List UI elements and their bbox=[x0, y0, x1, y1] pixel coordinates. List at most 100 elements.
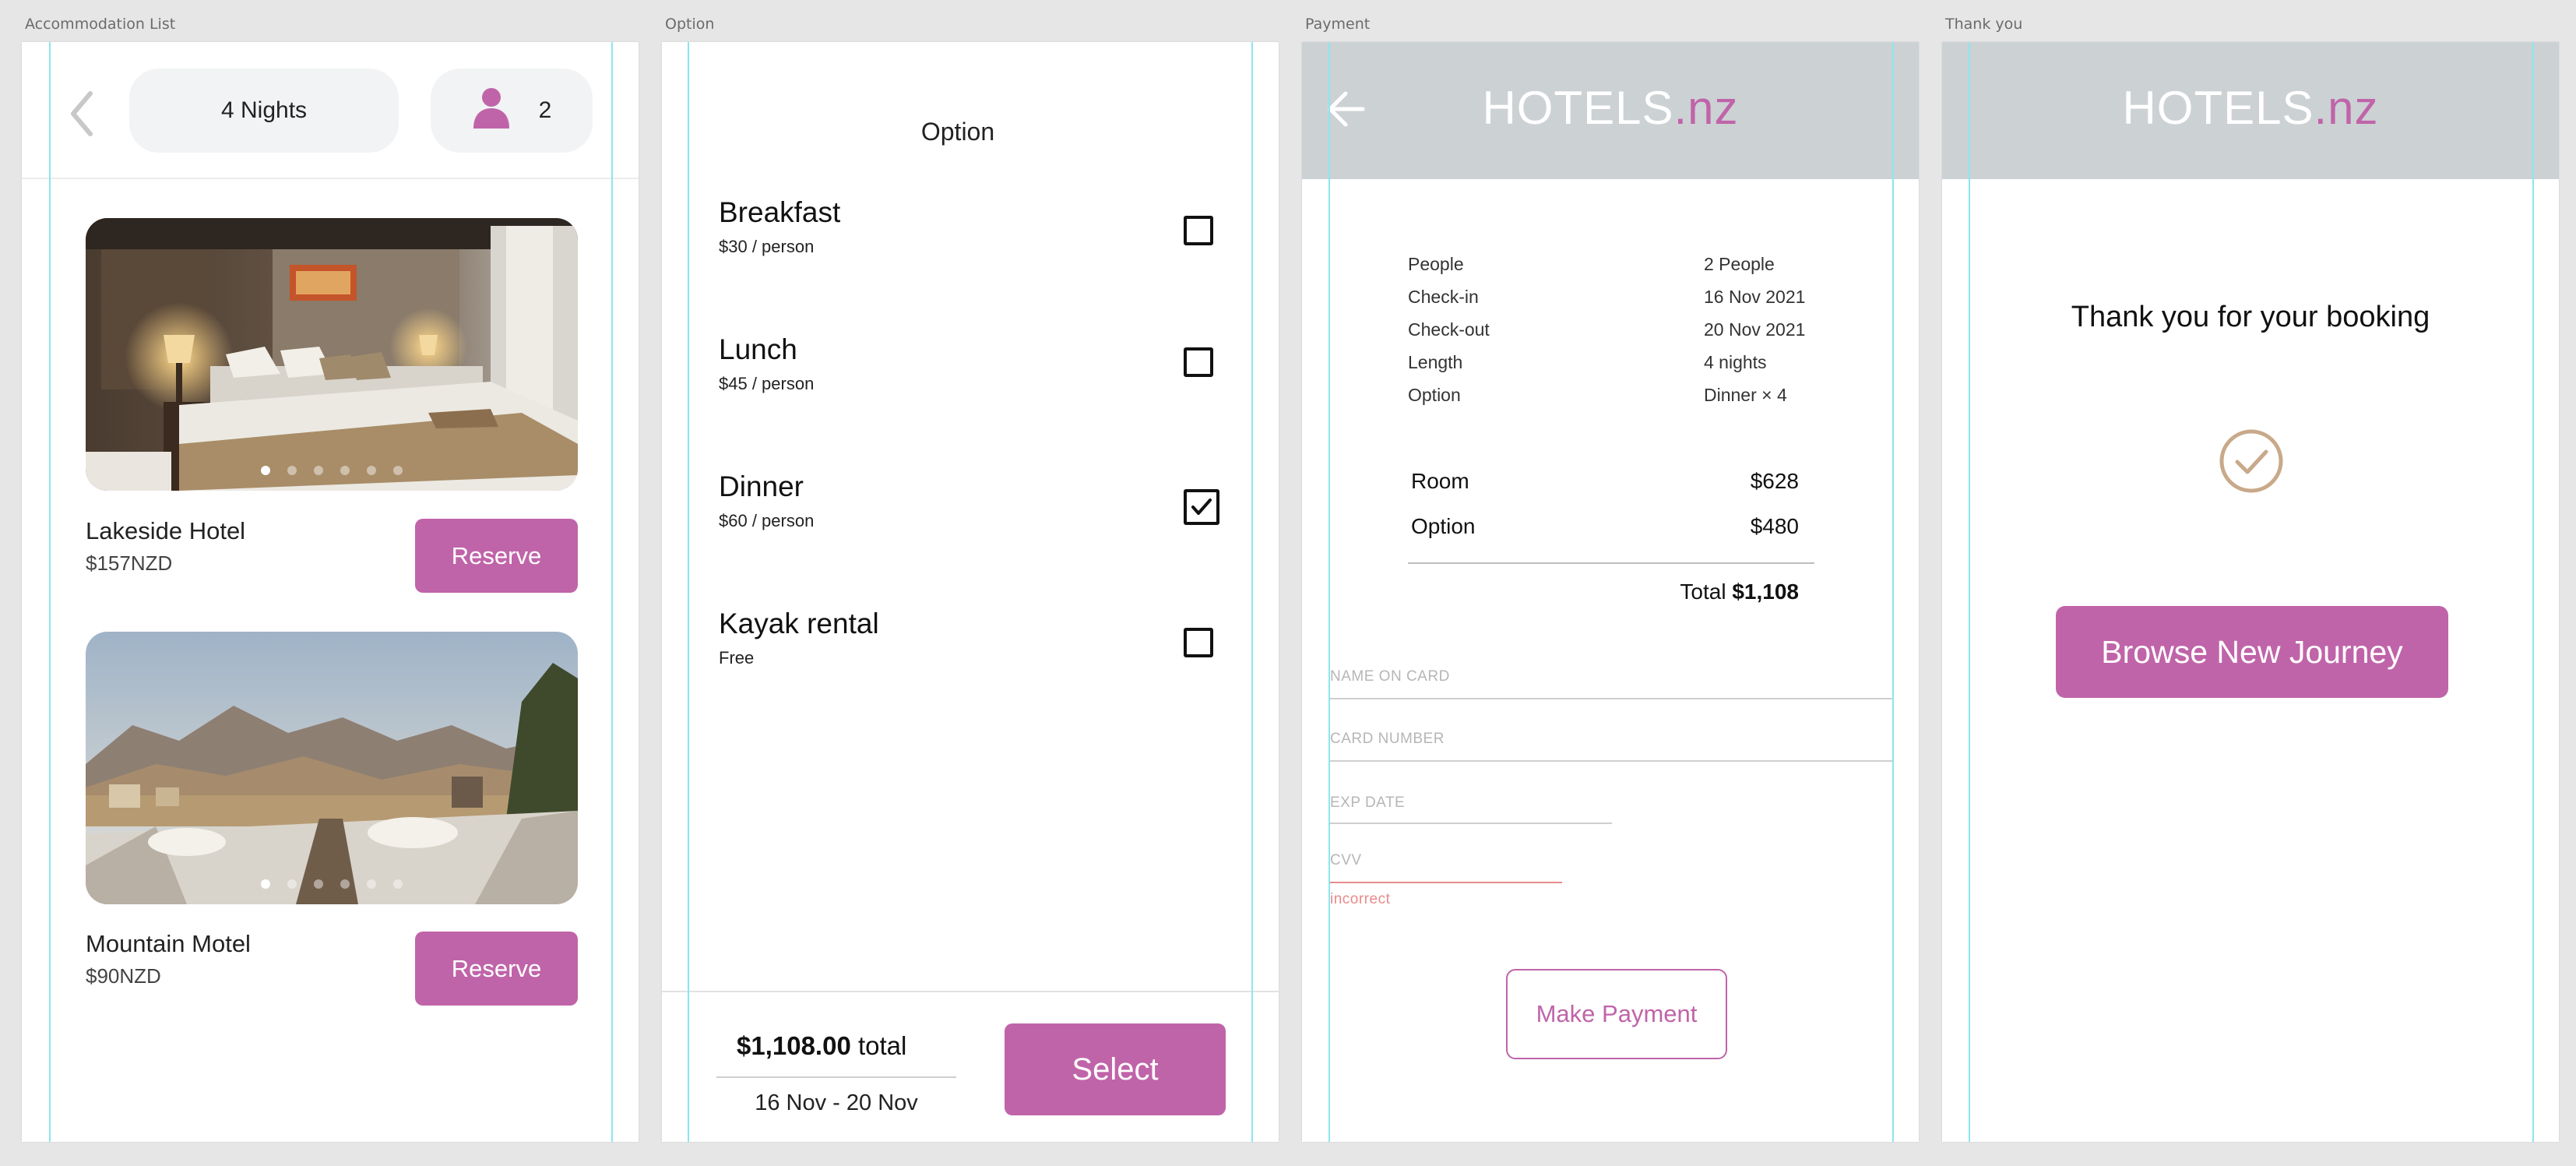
exp-date-field[interactable]: EXP DATE bbox=[1330, 794, 1405, 812]
breakfast-checkbox[interactable] bbox=[1184, 216, 1213, 245]
carousel-dot[interactable] bbox=[340, 466, 350, 475]
logo-nz: .nz bbox=[1673, 82, 1739, 134]
thank-you-message: Thank you for your booking bbox=[2071, 301, 2430, 333]
field-underline bbox=[1328, 823, 1612, 824]
artboard-label-thankyou: Thank you bbox=[1945, 16, 2023, 33]
total-amount: $1,108.00 bbox=[737, 1031, 851, 1060]
option-price: $30 / person bbox=[719, 237, 815, 256]
summary-value: 20 Nov 2021 bbox=[1704, 319, 1806, 340]
total-value: $1,108 bbox=[1732, 579, 1799, 604]
carousel-dot[interactable] bbox=[340, 879, 350, 889]
carousel-dots bbox=[86, 879, 578, 889]
artboard-label-option: Option bbox=[665, 16, 715, 33]
total-divider bbox=[716, 1076, 956, 1078]
layout-guide bbox=[688, 42, 689, 1142]
carousel-dot[interactable] bbox=[261, 879, 270, 889]
reserve-button[interactable]: Reserve bbox=[415, 932, 578, 1006]
total-label: Total bbox=[1680, 579, 1726, 604]
carousel-dot[interactable] bbox=[314, 466, 323, 475]
layout-guide bbox=[1251, 42, 1253, 1142]
hotel-price: $90NZD bbox=[86, 964, 161, 988]
total-word: total bbox=[857, 1031, 907, 1060]
hotel-name: Lakeside Hotel bbox=[86, 517, 246, 544]
footer-divider bbox=[662, 991, 1279, 992]
hotel-room-photo bbox=[86, 218, 578, 491]
layout-guide bbox=[49, 42, 51, 1142]
field-underline bbox=[1328, 760, 1892, 762]
nights-label: 4 Nights bbox=[220, 97, 308, 123]
name-on-card-field[interactable]: NAME ON CARD bbox=[1330, 668, 1450, 685]
reserve-button[interactable]: Reserve bbox=[415, 519, 578, 593]
carousel-dots bbox=[86, 466, 578, 475]
guest-selector[interactable]: 2 bbox=[431, 69, 593, 153]
option-label: Option bbox=[1411, 514, 1476, 538]
hotel-price: $157NZD bbox=[86, 551, 173, 575]
summary-label: People bbox=[1408, 254, 1464, 274]
option-price: $45 / person bbox=[719, 374, 815, 393]
carousel-dot[interactable] bbox=[261, 466, 270, 475]
layout-guide bbox=[611, 42, 613, 1142]
total-row: Total $1,108 bbox=[1614, 579, 1799, 604]
thank-you-screen: HOTELS.nz Thank you for your booking Bro… bbox=[1942, 42, 2559, 1142]
header-divider bbox=[22, 178, 639, 179]
logo-hotels: HOTELS bbox=[2122, 82, 2314, 134]
hotel-photo-carousel[interactable] bbox=[86, 218, 578, 491]
summary-value: 16 Nov 2021 bbox=[1704, 287, 1806, 307]
browse-new-journey-button[interactable]: Browse New Journey bbox=[2056, 606, 2448, 698]
option-name: Kayak rental bbox=[719, 608, 879, 639]
summary-label: Length bbox=[1408, 352, 1463, 372]
total-price: $1,108.00 total bbox=[737, 1031, 906, 1061]
date-range: 16 Nov - 20 Nov bbox=[755, 1090, 918, 1115]
artboard-label-list: Accommodation List bbox=[25, 16, 176, 33]
carousel-dot[interactable] bbox=[367, 879, 376, 889]
layout-guide bbox=[1328, 42, 1330, 1142]
guest-count: 2 bbox=[538, 97, 552, 123]
success-check-icon bbox=[2219, 428, 2284, 498]
carousel-dot[interactable] bbox=[287, 466, 297, 475]
payment-screen: HOTELS.nz People 2 People Check-in 16 No… bbox=[1302, 42, 1919, 1142]
room-label: Room bbox=[1411, 469, 1469, 493]
mountain-view-photo bbox=[86, 632, 578, 904]
make-payment-button[interactable]: Make Payment bbox=[1506, 969, 1727, 1059]
brand-header: HOTELS.nz bbox=[1942, 42, 2559, 179]
cvv-error-text: incorrect bbox=[1330, 891, 1391, 907]
back-chevron-icon[interactable] bbox=[67, 89, 98, 139]
layout-guide bbox=[1969, 42, 1970, 1142]
nights-selector[interactable]: 4 Nights bbox=[129, 69, 399, 153]
logo-hotels: HOTELS bbox=[1482, 82, 1674, 134]
option-price: Free bbox=[719, 648, 755, 668]
checkmark-icon bbox=[1191, 498, 1212, 515]
summary-label: Option bbox=[1408, 385, 1461, 405]
carousel-dot[interactable] bbox=[393, 879, 403, 889]
accommodation-list-screen: 4 Nights 2 Lakeside Hotel $157NZD Reserv… bbox=[22, 42, 639, 1142]
dinner-checkbox[interactable] bbox=[1184, 489, 1219, 525]
summary-value: Dinner × 4 bbox=[1704, 385, 1787, 405]
option-name: Breakfast bbox=[719, 196, 841, 228]
summary-value: 2 People bbox=[1704, 254, 1775, 274]
kayak-checkbox[interactable] bbox=[1184, 628, 1213, 657]
option-price: $60 / person bbox=[719, 511, 815, 530]
cvv-field[interactable]: CVV bbox=[1330, 852, 1362, 869]
summary-value: 4 nights bbox=[1704, 352, 1767, 372]
field-underline bbox=[1328, 698, 1892, 699]
option-name: Lunch bbox=[719, 333, 797, 365]
summary-label: Check-in bbox=[1408, 287, 1479, 307]
option-name: Dinner bbox=[719, 470, 804, 502]
layout-guide bbox=[2532, 42, 2534, 1142]
option-screen: Option Breakfast $30 / person Lunch $45 … bbox=[662, 42, 1279, 1142]
artboard-label-payment: Payment bbox=[1305, 16, 1371, 33]
option-title: Option bbox=[920, 118, 995, 146]
room-price: $628 bbox=[1750, 469, 1799, 493]
hotels-logo[interactable]: HOTELS.nz bbox=[1942, 81, 2559, 135]
card-number-field[interactable]: CARD NUMBER bbox=[1330, 731, 1445, 748]
carousel-dot[interactable] bbox=[314, 879, 323, 889]
summary-label: Check-out bbox=[1408, 319, 1490, 340]
cvv-error-underline bbox=[1328, 882, 1562, 883]
carousel-dot[interactable] bbox=[287, 879, 297, 889]
carousel-dot[interactable] bbox=[393, 466, 403, 475]
select-button[interactable]: Select bbox=[1005, 1023, 1226, 1115]
hotels-logo[interactable]: HOTELS.nz bbox=[1302, 81, 1919, 135]
lunch-checkbox[interactable] bbox=[1184, 347, 1213, 377]
carousel-dot[interactable] bbox=[367, 466, 376, 475]
hotel-photo-carousel[interactable] bbox=[86, 632, 578, 904]
